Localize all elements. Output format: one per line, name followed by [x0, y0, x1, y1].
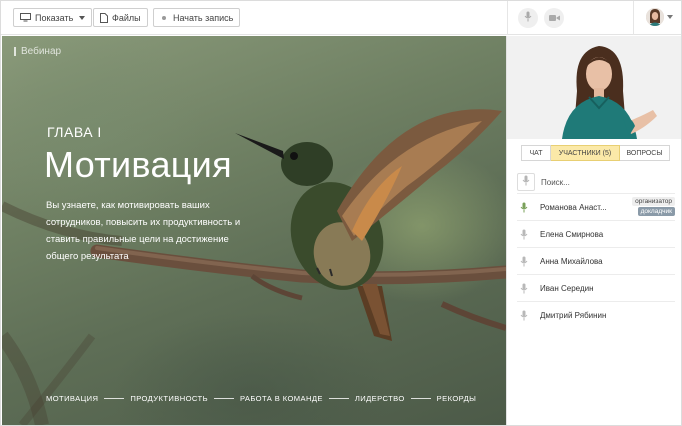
record-dot-icon — [162, 15, 166, 20]
presenter-video — [507, 36, 681, 139]
tab-chat-label: ЧАТ — [529, 149, 543, 157]
chevron-down-icon[interactable] — [667, 15, 673, 19]
monitor-icon — [20, 13, 31, 22]
user-avatar[interactable] — [646, 8, 664, 26]
participant-badges: организатор докладчик — [632, 197, 675, 216]
file-icon — [100, 12, 108, 23]
presentation-slide: Вебинар ГЛАВА I Мотивация Вы узнаете, ка… — [2, 36, 506, 425]
webinar-label: Вебинар — [14, 46, 61, 57]
participant-name: Дмитрий Рябинин — [540, 310, 607, 320]
tab-questions[interactable]: ВОПРОСЫ — [620, 145, 670, 161]
participant-row[interactable]: Анна Михайлова — [517, 247, 675, 274]
tab-participants[interactable]: УЧАСТНИКИ (5) — [551, 145, 620, 161]
slide-nav-divider — [328, 397, 349, 399]
slide-description: Вы узнаете, как мотивировать ваших сотру… — [46, 200, 241, 262]
participant-row[interactable]: Дмитрий Рябинин — [517, 301, 675, 328]
camera-icon — [548, 9, 560, 27]
role-badge-speaker: докладчик — [637, 207, 675, 216]
participant-list: Романова Анаст... организатор докладчик … — [517, 193, 675, 328]
participant-row[interactable]: Романова Анаст... организатор докладчик — [517, 193, 675, 220]
participant-name: Романова Анаст... — [540, 202, 607, 212]
microphone-icon[interactable] — [517, 283, 531, 294]
side-panel: ЧАТ УЧАСТНИКИ (5) ВОПРОСЫ Романов — [506, 36, 681, 425]
microphone-icon[interactable] — [517, 202, 531, 213]
chevron-down-icon — [79, 15, 86, 20]
slide-nav-item: РАБОТА В КОМАНДЕ — [239, 393, 323, 403]
search-input[interactable] — [541, 173, 671, 191]
mute-all-button[interactable] — [517, 173, 535, 191]
slide-nav-divider — [410, 397, 431, 399]
top-toolbar: Показать Файлы Начать запись — [1, 1, 681, 35]
participant-name: Анна Михайлова — [540, 256, 603, 266]
start-recording-button[interactable]: Начать запись — [153, 8, 241, 27]
share-screen-label: Показать — [35, 12, 74, 23]
slide-section-nav: МОТИВАЦИЯ ПРОДУКТИВНОСТЬ РАБОТА В КОМАНД… — [46, 392, 476, 404]
slide-nav-divider — [213, 397, 234, 399]
webinar-label-bar — [14, 47, 16, 56]
slide-nav-divider — [104, 397, 125, 399]
camera-toggle[interactable] — [544, 8, 564, 28]
microphone-icon — [524, 9, 532, 27]
slide-nav-item: ПРОДУКТИВНОСТЬ — [130, 393, 208, 403]
role-badge-organizer: организатор — [632, 197, 675, 206]
toolbar-divider — [633, 1, 634, 35]
panel-tabs: ЧАТ УЧАСТНИКИ (5) ВОПРОСЫ — [521, 145, 670, 161]
presenter-photo — [507, 36, 681, 139]
tab-chat[interactable]: ЧАТ — [521, 145, 551, 161]
webinar-app: Показать Файлы Начать запись Вебинар ГЛА… — [0, 0, 682, 426]
participant-search — [517, 173, 675, 191]
start-recording-label: Начать запись — [173, 12, 234, 23]
microphone-icon — [522, 173, 530, 191]
webinar-label-text: Вебинар — [21, 46, 62, 57]
slide-headline: Мотивация — [44, 144, 232, 185]
microphone-icon[interactable] — [517, 310, 531, 321]
toolbar-divider — [507, 1, 508, 35]
slide-chapter: ГЛАВА I — [47, 124, 102, 140]
share-screen-button[interactable]: Показать — [13, 8, 93, 27]
microphone-icon[interactable] — [517, 256, 531, 267]
microphone-toggle[interactable] — [518, 8, 538, 28]
tab-participants-label: УЧАСТНИКИ (5) — [558, 149, 612, 157]
slide-nav-item: ЛИДЕРСТВО — [354, 393, 405, 403]
microphone-icon[interactable] — [517, 229, 531, 240]
participant-name: Иван Середин — [540, 283, 594, 293]
slide-nav-item: МОТИВАЦИЯ — [46, 393, 99, 403]
participant-name: Елена Смирнова — [540, 229, 604, 239]
files-button[interactable]: Файлы — [93, 8, 148, 27]
tab-questions-label: ВОПРОСЫ — [626, 149, 663, 157]
participant-row[interactable]: Иван Середин — [517, 274, 675, 301]
slide-nav-item: РЕКОРДЫ — [436, 393, 477, 403]
participant-row[interactable]: Елена Смирнова — [517, 220, 675, 247]
files-label: Файлы — [112, 12, 141, 23]
